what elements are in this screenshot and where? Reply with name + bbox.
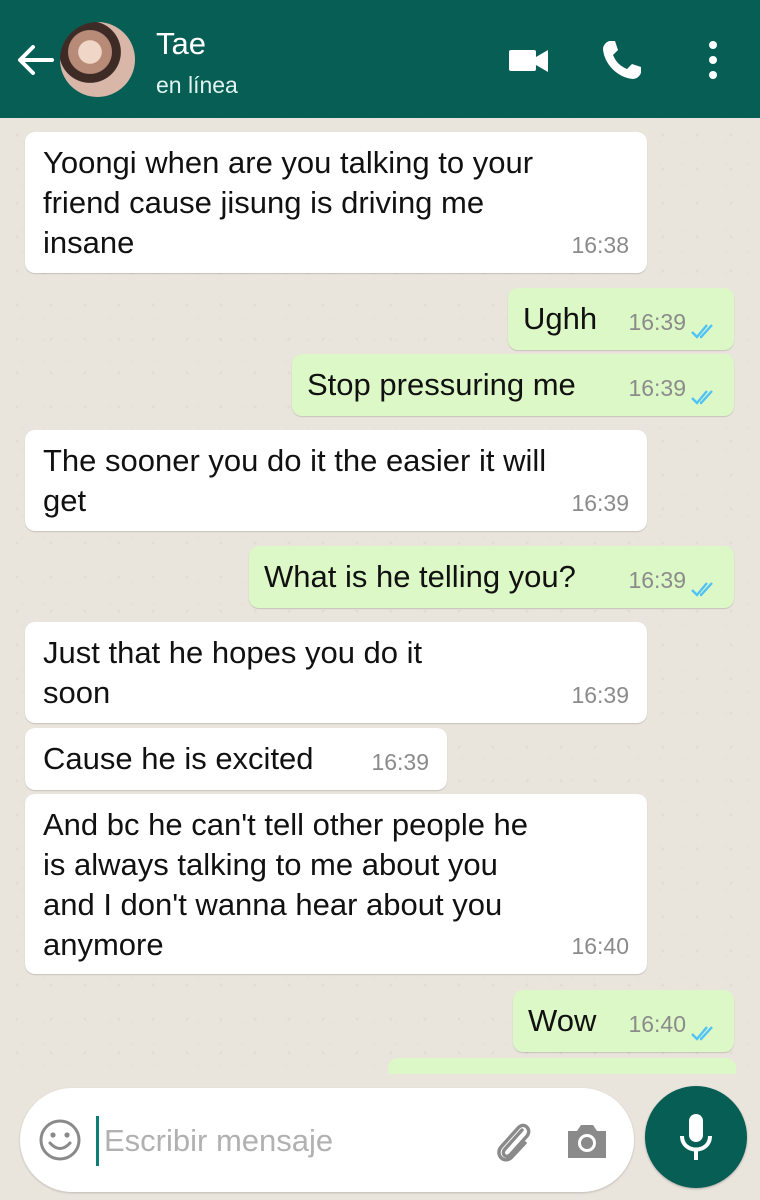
camera-icon[interactable] bbox=[564, 1121, 610, 1161]
chat-header: Tae en línea bbox=[0, 0, 760, 118]
video-call-icon[interactable] bbox=[506, 38, 550, 82]
message-time: 16:38 bbox=[571, 232, 629, 258]
message-time: 16:39 bbox=[571, 682, 629, 708]
attach-icon[interactable] bbox=[492, 1118, 534, 1164]
contact-name[interactable]: Tae bbox=[156, 26, 206, 62]
message-incoming[interactable]: The sooner you do it the easier it will … bbox=[25, 430, 647, 531]
message-time: 16:39 bbox=[628, 567, 686, 593]
read-receipt-icon bbox=[691, 582, 713, 597]
message-text: What is he telling you? bbox=[264, 559, 576, 594]
back-arrow-icon[interactable] bbox=[14, 38, 54, 82]
message-text: Ughh bbox=[523, 301, 598, 336]
message-text: Stop pressuring me bbox=[307, 367, 576, 402]
emoji-icon[interactable] bbox=[38, 1118, 82, 1162]
message-time: 16:39 bbox=[371, 749, 429, 775]
message-input[interactable] bbox=[102, 1108, 466, 1174]
voice-record-button[interactable] bbox=[645, 1086, 747, 1188]
read-receipt-icon bbox=[691, 324, 713, 339]
avatar[interactable] bbox=[60, 22, 135, 97]
message-outgoing[interactable]: What is he telling you? 16:39 bbox=[249, 546, 734, 608]
message-input-box[interactable] bbox=[20, 1088, 634, 1192]
message-text: Wow bbox=[528, 1003, 597, 1038]
message-text: Yoongi when are you talking to your frie… bbox=[43, 145, 534, 260]
text-cursor bbox=[96, 1116, 99, 1166]
message-time: 16:40 bbox=[628, 1011, 686, 1037]
message-text: Just that he hopes you do it soon bbox=[43, 635, 423, 710]
message-outgoing[interactable]: Ughh 16:39 bbox=[508, 288, 734, 350]
message-outgoing[interactable]: Wow 16:40 bbox=[513, 990, 734, 1052]
chat-area[interactable]: Yoongi when are you talking to your frie… bbox=[0, 118, 760, 1074]
message-incoming[interactable]: Just that he hopes you do it soon 16:39 bbox=[25, 622, 647, 723]
message-incoming[interactable]: Yoongi when are you talking to your frie… bbox=[25, 132, 647, 273]
message-time: 16:39 bbox=[628, 309, 686, 335]
message-time: 16:39 bbox=[571, 490, 629, 516]
mic-icon bbox=[680, 1114, 712, 1160]
message-text: The sooner you do it the easier it will … bbox=[43, 443, 547, 518]
message-text: And bc he can't tell other people he is … bbox=[43, 807, 529, 962]
message-time: 16:40 bbox=[571, 933, 629, 959]
read-receipt-icon bbox=[691, 1026, 713, 1041]
message-incoming[interactable]: Cause he is excited 16:39 bbox=[25, 728, 447, 790]
read-receipt-icon bbox=[691, 390, 713, 405]
phone-icon[interactable] bbox=[600, 38, 644, 82]
contact-status: en línea bbox=[156, 72, 238, 98]
message-outgoing[interactable]: Stop pressuring me 16:39 bbox=[292, 354, 734, 416]
more-options-icon[interactable] bbox=[691, 38, 735, 82]
message-text: Cause he is excited bbox=[43, 741, 314, 776]
message-time: 16:39 bbox=[628, 375, 686, 401]
message-incoming[interactable]: And bc he can't tell other people he is … bbox=[25, 794, 647, 974]
